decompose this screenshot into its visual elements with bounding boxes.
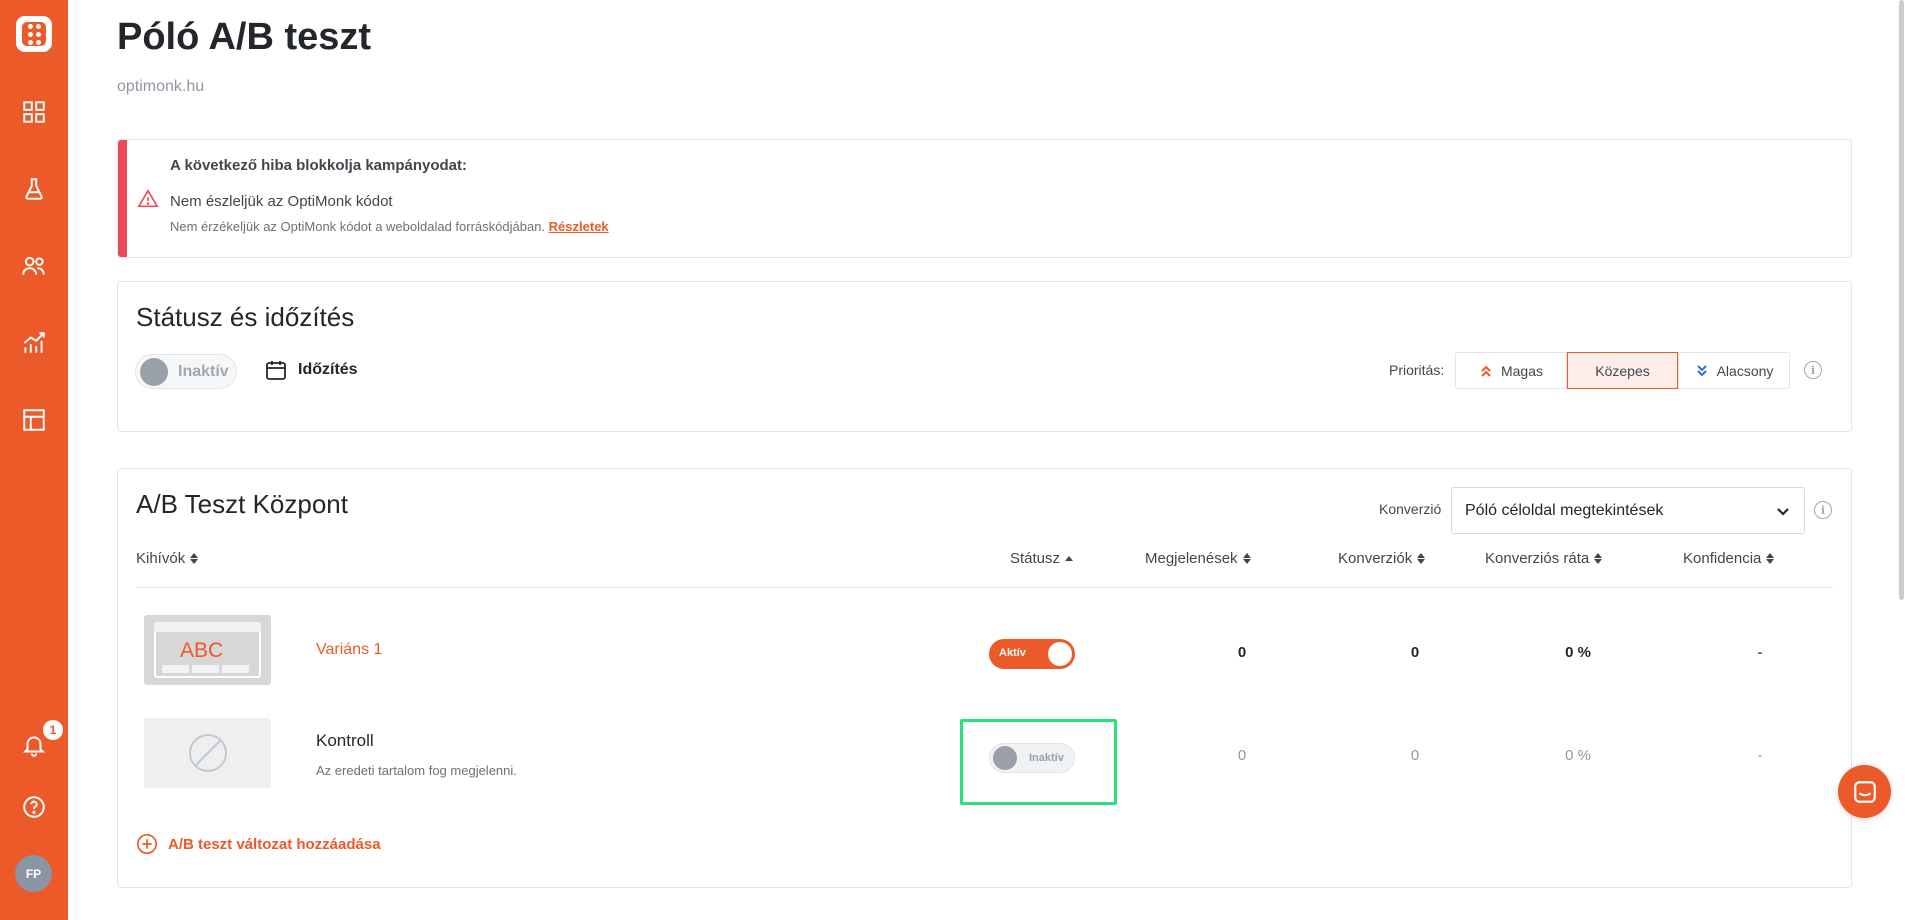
control-impressions: 0: [1237, 747, 1247, 764]
column-header-label: Megjelenések: [1145, 550, 1238, 567]
sidebar: 1 FP: [0, 0, 68, 920]
dashboard-icon[interactable]: [20, 98, 48, 126]
campaign-status-toggle[interactable]: Inaktív: [135, 354, 237, 389]
priority-high-button[interactable]: Magas: [1455, 352, 1567, 389]
plus-circle-icon: [137, 834, 157, 854]
double-chevron-up-icon: [1481, 365, 1491, 377]
column-header-label: Kihívók: [136, 550, 186, 567]
column-header-label: Státusz: [1010, 550, 1061, 567]
priority-low-label: Alacsony: [1716, 362, 1774, 379]
variant-impressions: 0: [1237, 644, 1247, 661]
variant-thumbnail[interactable]: ABC: [144, 615, 271, 685]
control-confidence: -: [1757, 747, 1763, 764]
column-header-challengers[interactable]: Kihívók: [136, 550, 199, 567]
status-scheduling-card: Státusz és időzítés Inaktív Időzítés Pri…: [117, 281, 1852, 432]
priority-medium-button[interactable]: Közepes: [1567, 352, 1678, 389]
control-name: Kontroll: [316, 731, 374, 750]
control-conversion-rate: 0 %: [1565, 747, 1591, 764]
conversion-label: Konverzió: [1379, 501, 1442, 517]
analytics-chart-icon[interactable]: [20, 329, 48, 357]
scheduling-button[interactable]: Időzítés: [264, 358, 358, 382]
experiment-flask-icon[interactable]: [20, 175, 48, 203]
error-stripe: [118, 140, 127, 257]
variant-conversion-rate: 0 %: [1565, 644, 1591, 661]
column-header-conversion-rate[interactable]: Konverziós ráta: [1485, 550, 1603, 567]
double-chevron-down-icon: [1696, 364, 1707, 376]
status-card-title: Státusz és időzítés: [136, 302, 355, 332]
column-header-impressions[interactable]: Megjelenések: [1145, 550, 1251, 567]
sort-icon: [1594, 553, 1603, 564]
control-description: Az eredeti tartalom fog megjelenni.: [316, 763, 517, 778]
error-alert: A következő hiba blokkolja kampányodat: …: [117, 139, 1852, 258]
priority-selector: Magas Közepes Alacsony: [1455, 352, 1790, 389]
help-icon[interactable]: [20, 793, 48, 821]
campaign-domain: optimonk.hu: [117, 78, 205, 95]
scrollbar-thumb[interactable]: [1899, 0, 1904, 600]
disabled-circle-icon: [189, 734, 227, 772]
variant-name-link[interactable]: Variáns 1: [316, 641, 382, 659]
thumbnail-text: ABC: [180, 639, 224, 662]
sort-icon: [1766, 553, 1775, 564]
conversion-info-icon[interactable]: i: [1814, 501, 1832, 519]
chevron-down-icon: [1777, 507, 1789, 516]
variant-status-toggle[interactable]: Aktív: [989, 639, 1075, 669]
variant-conversions: 0: [1410, 644, 1420, 661]
priority-label: Prioritás:: [1389, 362, 1445, 378]
priority-info-icon[interactable]: i: [1804, 361, 1822, 379]
user-avatar[interactable]: FP: [15, 855, 52, 892]
error-details-link[interactable]: Részletek: [549, 219, 609, 234]
page-title: Póló A/B teszt: [117, 16, 372, 58]
add-ab-variant-label: A/B teszt változat hozzáadása: [168, 835, 381, 853]
toggle-label: Inaktív: [178, 363, 229, 380]
warning-icon: [137, 188, 159, 210]
thumbnail-buttons: [162, 665, 249, 673]
add-ab-variant-button[interactable]: A/B teszt változat hozzáadása: [136, 833, 381, 855]
chat-icon: [1853, 780, 1876, 803]
priority-high-label: Magas: [1500, 362, 1544, 379]
chat-support-button[interactable]: [1838, 765, 1891, 818]
toggle-knob: [1048, 642, 1072, 666]
users-icon[interactable]: [20, 252, 48, 280]
column-header-conversions[interactable]: Konverziók: [1338, 550, 1426, 567]
column-header-confidence[interactable]: Konfidencia: [1683, 550, 1775, 567]
sort-icon: [1242, 553, 1251, 564]
toggle-knob: [140, 358, 168, 386]
scheduling-label: Időzítés: [298, 361, 358, 378]
column-header-status[interactable]: Státusz: [1010, 550, 1074, 567]
toggle-label: Aktív: [999, 647, 1026, 659]
priority-medium-label: Közepes: [1595, 362, 1650, 379]
column-header-label: Konverziók: [1338, 550, 1413, 567]
table-header-divider: [136, 587, 1833, 588]
priority-low-button[interactable]: Alacsony: [1678, 352, 1790, 389]
templates-layout-icon[interactable]: [20, 406, 48, 434]
logo-dots-icon: [22, 22, 46, 46]
thumbnail-bar: [154, 622, 261, 632]
sort-ascending-icon: [1065, 556, 1074, 561]
error-heading: A következő hiba blokkolja kampányodat:: [170, 157, 468, 174]
control-thumbnail: [144, 718, 271, 788]
variant-confidence: -: [1757, 644, 1763, 661]
ab-test-center-card: A/B Teszt Központ Konverzió Póló célolda…: [117, 468, 1852, 888]
conversion-select-value: Póló céloldal megtekintések: [1465, 501, 1664, 519]
column-header-label: Konverziós ráta: [1485, 550, 1590, 567]
app-logo[interactable]: [16, 16, 52, 52]
conversion-select[interactable]: Póló céloldal megtekintések: [1451, 487, 1805, 534]
ab-card-title: A/B Teszt Központ: [136, 489, 348, 519]
error-title: Nem észleljük az OptiMonk kódot: [170, 193, 393, 210]
calendar-icon: [266, 361, 286, 380]
notification-count-badge: 1: [43, 720, 63, 740]
control-conversions: 0: [1410, 747, 1420, 764]
sort-icon: [1417, 553, 1426, 564]
error-description-text: Nem érzékeljük az OptiMonk kódot a webol…: [170, 219, 546, 234]
highlight-box: [960, 719, 1117, 805]
error-description: Nem érzékeljük az OptiMonk kódot a webol…: [170, 219, 609, 234]
sort-icon: [190, 553, 199, 564]
column-header-label: Konfidencia: [1683, 550, 1762, 567]
